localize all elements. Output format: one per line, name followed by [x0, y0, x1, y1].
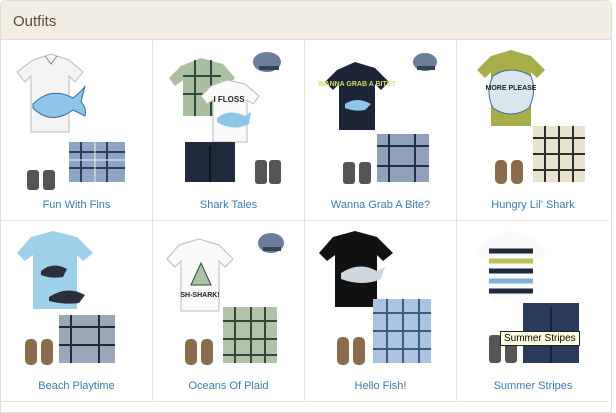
outfit-link[interactable]: Shark Tales: [153, 199, 304, 211]
outfit-image[interactable]: [315, 227, 447, 377]
outfit-link[interactable]: Oceans Of Plaid: [153, 380, 304, 392]
outfit-link[interactable]: Hungry Lil' Shark: [457, 199, 609, 211]
outfit-card-oceans-of-plaid[interactable]: SH-SHARK! Oceans Of Plaid: [153, 221, 305, 402]
outfits-panel: Outfits Fun With Fins I FLOSS Shark Tale…: [0, 0, 612, 413]
outfit-card-shark-tales[interactable]: I FLOSS Shark Tales: [153, 40, 305, 221]
shirt-text: WANNA GRAB A BITE?: [318, 81, 395, 88]
outfit-link[interactable]: Summer Stripes: [457, 380, 609, 392]
panel-title: Outfits: [13, 13, 57, 30]
hover-tooltip: Summer Stripes: [500, 331, 580, 346]
outfit-card-hello-fish[interactable]: Hello Fish!: [305, 221, 457, 402]
outfit-image[interactable]: [11, 227, 143, 377]
outfit-link[interactable]: Fun With Fins: [1, 199, 152, 211]
panel-header: Outfits: [1, 1, 611, 40]
outfit-card-hungry-lil-shark[interactable]: MORE PLEASE Hungry Lil' Shark: [457, 40, 609, 221]
outfit-link[interactable]: Hello Fish!: [305, 380, 456, 392]
outfit-link[interactable]: Wanna Grab A Bite?: [305, 199, 456, 211]
outfit-image[interactable]: SH-SHARK!: [163, 227, 295, 377]
shirt-text: MORE PLEASE: [486, 85, 537, 92]
shirt-text: I FLOSS: [213, 95, 245, 104]
outfit-image[interactable]: [467, 227, 599, 377]
outfit-grid: Fun With Fins I FLOSS Shark Tales WANNA …: [1, 40, 611, 412]
outfit-link[interactable]: Beach Playtime: [1, 380, 152, 392]
outfit-image[interactable]: [11, 46, 143, 196]
outfit-card-wanna-grab-a-bite[interactable]: WANNA GRAB A BITE? Wanna Grab A Bite?: [305, 40, 457, 221]
outfit-image[interactable]: MORE PLEASE: [467, 46, 599, 196]
outfit-image[interactable]: WANNA GRAB A BITE?: [315, 46, 447, 196]
outfit-card-beach-playtime[interactable]: Beach Playtime: [1, 221, 153, 402]
shirt-text: SH-SHARK!: [180, 292, 219, 299]
outfit-image[interactable]: I FLOSS: [163, 46, 295, 196]
outfit-card-summer-stripes[interactable]: Summer Stripes: [457, 221, 609, 402]
outfit-card-fun-with-fins[interactable]: Fun With Fins: [1, 40, 153, 221]
